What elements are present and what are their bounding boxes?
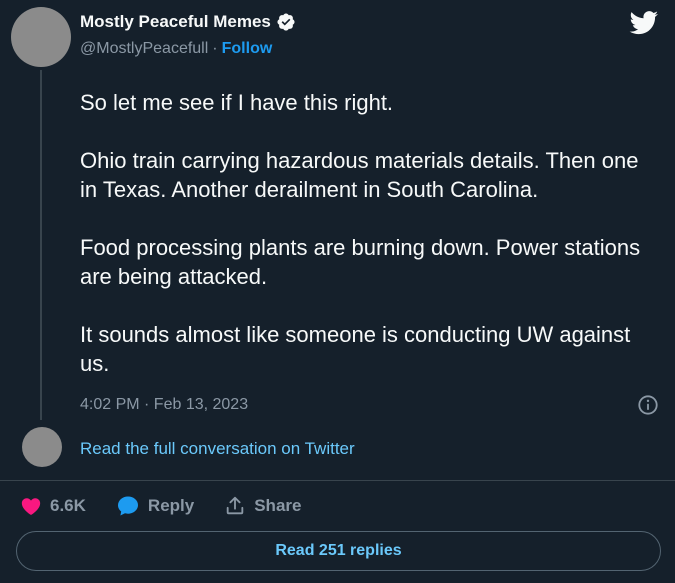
- heart-icon: [20, 495, 42, 517]
- divider: [0, 480, 675, 481]
- reply-button[interactable]: Reply: [116, 494, 194, 518]
- read-replies-button[interactable]: Read 251 replies: [16, 531, 661, 571]
- speech-bubble-icon: [116, 494, 140, 518]
- like-count: 6.6K: [50, 496, 86, 515]
- thread-connector-line: [40, 70, 42, 420]
- verified-badge-icon: [276, 12, 296, 32]
- author-name-row: Mostly Peaceful Memes: [80, 12, 296, 32]
- twitter-bird-icon[interactable]: [629, 11, 659, 35]
- follow-button[interactable]: Follow: [222, 40, 273, 58]
- tweet-paragraph: It sounds almost like someone is conduct…: [80, 322, 631, 376]
- author-name[interactable]: Mostly Peaceful Memes: [80, 12, 271, 32]
- handle-separator: ·: [212, 40, 218, 57]
- author-avatar[interactable]: [11, 7, 71, 67]
- share-label: Share: [254, 496, 302, 515]
- reply-avatar: [22, 427, 62, 467]
- info-icon[interactable]: [637, 394, 659, 416]
- reply-label: Reply: [147, 496, 195, 515]
- tweet-actions: 6.6K Reply Share: [20, 494, 331, 518]
- share-button[interactable]: Share: [224, 495, 301, 517]
- author-handle-row: @MostlyPeacefull · Follow: [80, 40, 272, 58]
- read-full-conversation-link[interactable]: Read the full conversation on Twitter: [80, 439, 355, 459]
- share-upload-icon: [224, 495, 246, 517]
- tweet-timestamp[interactable]: 4:02 PM · Feb 13, 2023: [80, 396, 248, 414]
- tweet-paragraph: So let me see if I have this right.: [80, 90, 394, 115]
- like-button[interactable]: 6.6K: [20, 495, 86, 517]
- embedded-tweet-card: Mostly Peaceful Memes @MostlyPeacefull ·…: [0, 0, 675, 583]
- tweet-paragraph: Food processing plants are burning down.…: [80, 235, 641, 289]
- author-handle[interactable]: @MostlyPeacefull: [80, 40, 208, 58]
- tweet-paragraph: Ohio train carrying hazardous materials …: [80, 148, 639, 202]
- tweet-text: So let me see if I have this right. Ohio…: [80, 88, 660, 378]
